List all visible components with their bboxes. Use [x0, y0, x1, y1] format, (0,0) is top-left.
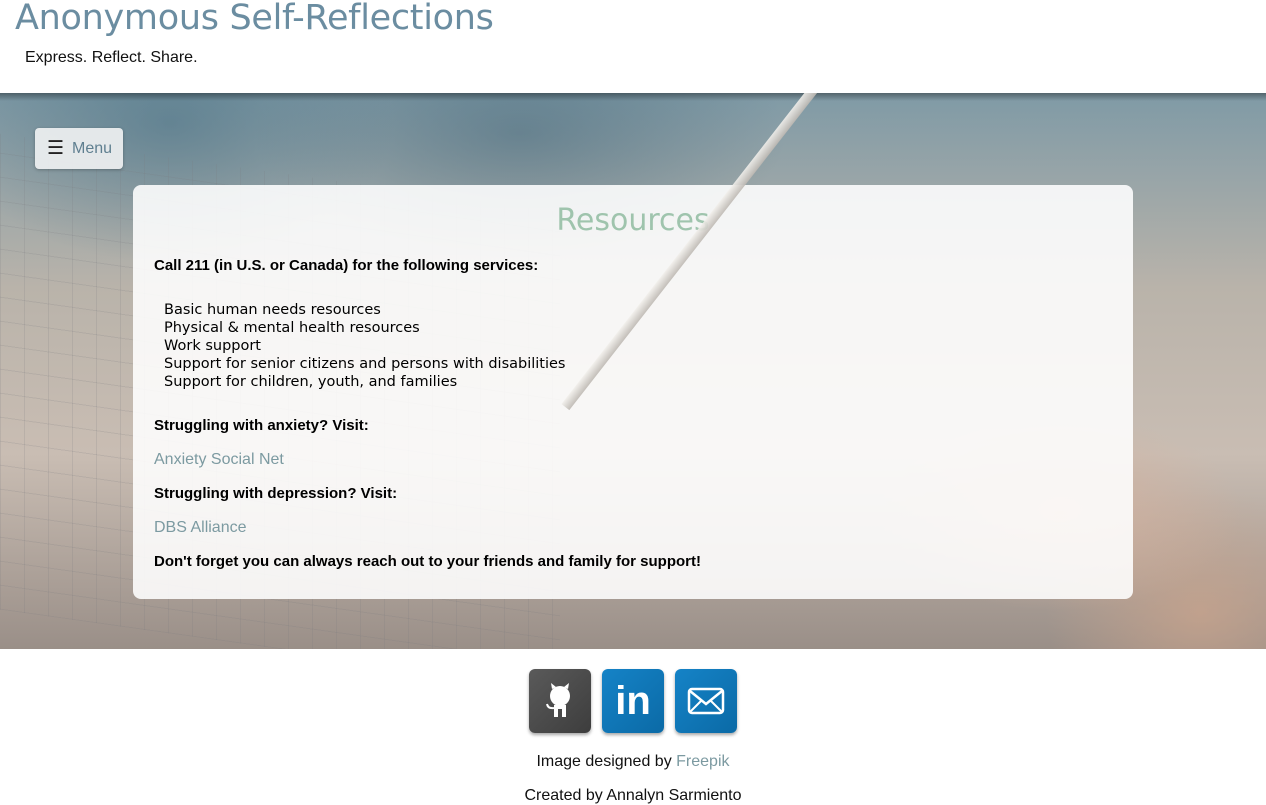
support-reminder: Don't forget you can always reach out to…: [154, 553, 701, 570]
email-button[interactable]: [675, 669, 737, 733]
service-item: Basic human needs resources: [164, 302, 381, 318]
site-header: Anonymous Self-Reflections Express. Refl…: [0, 0, 1266, 93]
linkedin-button[interactable]: in: [602, 669, 664, 733]
site-tagline: Express. Reflect. Share.: [25, 49, 198, 66]
credit-text: Image designed by: [536, 753, 672, 770]
anxiety-heading: Struggling with anxiety? Visit:: [154, 417, 369, 434]
menu-label: Menu: [72, 139, 113, 157]
freepik-link[interactable]: Freepik: [676, 753, 729, 770]
service-item: Work support: [164, 338, 261, 354]
resources-panel: Resources Call 211 (in U.S. or Canada) f…: [133, 185, 1133, 599]
hamburger-icon: ☰: [47, 138, 65, 159]
github-button[interactable]: [529, 669, 591, 733]
depression-heading: Struggling with depression? Visit:: [154, 485, 398, 502]
linkedin-icon: in: [615, 678, 651, 723]
hero-shadow: [0, 93, 1266, 101]
mail-icon: [687, 687, 725, 715]
image-credit: Image designed by Freepik: [0, 753, 1266, 771]
github-icon: [546, 683, 570, 717]
anxiety-social-net-link[interactable]: Anxiety Social Net: [154, 451, 284, 469]
service-item: Support for children, youth, and familie…: [164, 374, 458, 390]
service-item: Physical & mental health resources: [164, 320, 420, 336]
dbs-alliance-link[interactable]: DBS Alliance: [154, 519, 247, 537]
author-credit: Created by Annalyn Sarmiento: [524, 787, 742, 804]
hero-background: ☰ Menu Resources Call 211 (in U.S. or Ca…: [0, 93, 1266, 649]
call-211-heading: Call 211 (in U.S. or Canada) for the fol…: [154, 257, 539, 274]
service-item: Support for senior citizens and persons …: [164, 356, 566, 372]
resources-title: Resources: [556, 203, 710, 238]
site-title[interactable]: Anonymous Self-Reflections: [15, 0, 494, 38]
services-list: Basic human needs resources Physical & m…: [164, 301, 566, 391]
menu-button[interactable]: ☰ Menu: [35, 128, 123, 169]
site-footer: in Image designed by Freepik Created by …: [0, 649, 1266, 804]
